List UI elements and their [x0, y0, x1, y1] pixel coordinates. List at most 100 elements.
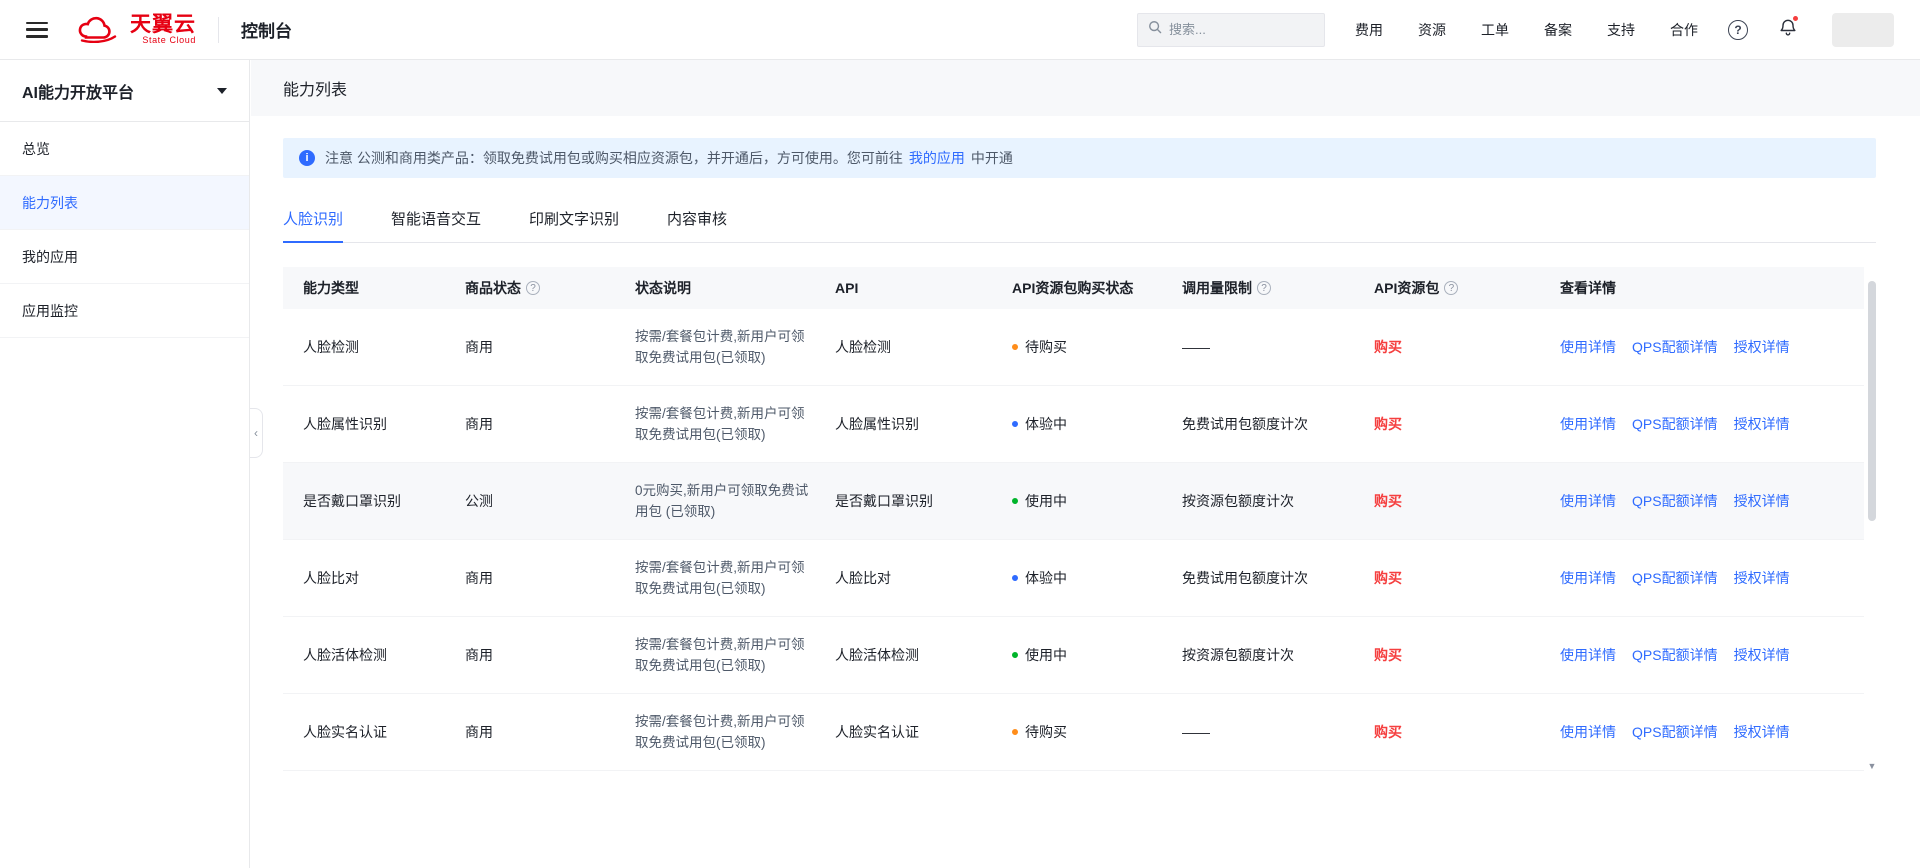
console-link[interactable]: 控制台 [241, 17, 292, 42]
usage-detail-link[interactable]: 使用详情 [1560, 645, 1616, 665]
purchase-status-label: 体验中 [1025, 570, 1067, 586]
hamburger-menu-icon[interactable] [26, 21, 48, 38]
buy-link[interactable]: 购买 [1374, 416, 1402, 432]
qps-quota-link[interactable]: QPS配额详情 [1632, 414, 1718, 434]
buy-link[interactable]: 购买 [1374, 493, 1402, 509]
status-desc: 按需/套餐包计费,新用户可领取免费试用包(已领取) [635, 329, 805, 365]
help-icon[interactable]: ? [526, 281, 540, 295]
nav-item-resources[interactable]: 资源 [1418, 20, 1446, 40]
tab-face-recognition[interactable]: 人脸识别 [283, 208, 344, 243]
help-icon[interactable]: ? [1444, 281, 1459, 295]
auth-detail-link[interactable]: 授权详情 [1734, 722, 1790, 742]
status-desc: 按需/套餐包计费,新用户可领取免费试用包(已领取) [635, 560, 805, 596]
sidebar-product-switcher[interactable]: AI能力开放平台 [0, 60, 249, 122]
col-resource-pack: API资源包? [1362, 278, 1548, 298]
qps-quota-link[interactable]: QPS配额详情 [1632, 568, 1718, 588]
call-limit: 免费试用包额度计次 [1182, 570, 1308, 586]
status-desc: 按需/套餐包计费,新用户可领取免费试用包(已领取) [635, 714, 805, 750]
usage-detail-link[interactable]: 使用详情 [1560, 722, 1616, 742]
resource-pack-cell: 购买 [1362, 397, 1548, 451]
usage-detail-link[interactable]: 使用详情 [1560, 491, 1616, 511]
purchase-status: 使用中 [1000, 474, 1170, 528]
sidebar-item-my-apps[interactable]: 我的应用 [0, 230, 249, 284]
sidebar-item-overview[interactable]: 总览 [0, 122, 249, 176]
sidebar-collapse-handle[interactable]: ‹ [250, 408, 263, 458]
status-dot [1012, 344, 1018, 350]
sidebar-item-app-monitor[interactable]: 应用监控 [0, 284, 249, 338]
qps-quota-link[interactable]: QPS配额详情 [1632, 722, 1718, 742]
status-dot [1012, 575, 1018, 581]
usage-detail-link[interactable]: 使用详情 [1560, 414, 1616, 434]
info-icon: i [299, 150, 315, 166]
usage-detail-link[interactable]: 使用详情 [1560, 568, 1616, 588]
cloud-logo-icon [76, 16, 122, 43]
qps-quota-link[interactable]: QPS配额详情 [1632, 645, 1718, 665]
buy-link[interactable]: 购买 [1374, 647, 1402, 663]
main-content: 能力列表 i 注意 公测和商用类产品：领取免费试用包或购买相应资源包，并开通后，… [251, 60, 1920, 868]
detail-links: 使用详情 QPS配额详情 授权详情 [1548, 628, 1864, 682]
brand-logo[interactable]: 天翼云 State Cloud [76, 13, 196, 45]
scrollbar-down-arrow[interactable]: ▼ [1867, 762, 1877, 771]
auth-detail-link[interactable]: 授权详情 [1734, 645, 1790, 665]
tab-speech-interaction[interactable]: 智能语音交互 [391, 208, 481, 242]
qps-quota-link[interactable]: QPS配额详情 [1632, 337, 1718, 357]
resource-pack-cell: 购买 [1362, 474, 1548, 528]
buy-link[interactable]: 购买 [1374, 724, 1402, 740]
capability-type: 是否戴口罩识别 [303, 493, 401, 509]
api-name: 人脸实名认证 [835, 724, 919, 740]
nav-item-cost[interactable]: 费用 [1355, 20, 1383, 40]
table-row: 是否戴口罩识别 公测 0元购买,新用户可领取免费试用包 (已领取) 是否戴口罩识… [283, 463, 1864, 540]
sidebar-item-capability-list[interactable]: 能力列表 [0, 176, 249, 230]
user-avatar[interactable] [1832, 12, 1894, 47]
notice-my-apps-link[interactable]: 我的应用 [909, 148, 965, 168]
purchase-status-label: 待购买 [1025, 724, 1067, 740]
auth-detail-link[interactable]: 授权详情 [1734, 414, 1790, 434]
col-status-desc: 状态说明 [635, 279, 691, 296]
search-box[interactable] [1137, 12, 1325, 47]
detail-links: 使用详情 QPS配额详情 授权详情 [1548, 397, 1864, 451]
product-status: 公测 [465, 493, 493, 509]
product-status: 商用 [465, 570, 493, 586]
table-row: 人脸实名认证 商用 按需/套餐包计费,新用户可领取免费试用包(已领取) 人脸实名… [283, 694, 1864, 771]
nav-item-tickets[interactable]: 工单 [1481, 20, 1509, 40]
buy-link[interactable]: 购买 [1374, 339, 1402, 355]
capability-type: 人脸实名认证 [303, 724, 387, 740]
topbar-divider [218, 16, 219, 43]
buy-link[interactable]: 购买 [1374, 570, 1402, 586]
auth-detail-link[interactable]: 授权详情 [1734, 568, 1790, 588]
nav-item-cooperation[interactable]: 合作 [1670, 20, 1698, 40]
auth-detail-link[interactable]: 授权详情 [1734, 491, 1790, 511]
notification-badge [1792, 15, 1799, 22]
call-limit: 免费试用包额度计次 [1182, 416, 1308, 432]
detail-links: 使用详情 QPS配额详情 授权详情 [1548, 320, 1864, 374]
col-capability-type: 能力类型 [303, 280, 359, 296]
purchase-status: 待购买 [1000, 320, 1170, 374]
brand-subtitle: State Cloud [142, 34, 196, 45]
help-button[interactable]: ? [1728, 19, 1748, 40]
usage-detail-link[interactable]: 使用详情 [1560, 337, 1616, 357]
nav-item-support[interactable]: 支持 [1607, 20, 1635, 40]
product-status: 商用 [465, 647, 493, 663]
auth-detail-link[interactable]: 授权详情 [1734, 337, 1790, 357]
nav-item-filing[interactable]: 备案 [1544, 20, 1572, 40]
page-title: 能力列表 [283, 82, 348, 99]
notice-text: 注意 公测和商用类产品：领取免费试用包或购买相应资源包，并开通后，方可使用。您可… [325, 150, 903, 166]
notification-button[interactable] [1778, 15, 1799, 42]
product-status: 商用 [465, 339, 493, 355]
search-input[interactable] [1169, 22, 1314, 37]
capability-tabs: 人脸识别 智能语音交互 印刷文字识别 内容审核 [283, 208, 1876, 243]
sidebar-title: AI能力开放平台 [22, 84, 135, 102]
purchase-status: 体验中 [1000, 551, 1170, 605]
tab-ocr[interactable]: 印刷文字识别 [529, 208, 619, 242]
call-limit: —— [1182, 339, 1210, 355]
tab-content-review[interactable]: 内容审核 [667, 208, 727, 242]
table-row: 人脸比对 商用 按需/套餐包计费,新用户可领取免费试用包(已领取) 人脸比对 体… [283, 540, 1864, 617]
table-row: 人脸活体检测 商用 按需/套餐包计费,新用户可领取免费试用包(已领取) 人脸活体… [283, 617, 1864, 694]
capability-type: 人脸属性识别 [303, 416, 387, 432]
status-desc: 按需/套餐包计费,新用户可领取免费试用包(已领取) [635, 406, 805, 442]
scrollbar-thumb[interactable] [1868, 281, 1876, 521]
help-icon[interactable]: ? [1257, 281, 1271, 295]
qps-quota-link[interactable]: QPS配额详情 [1632, 491, 1718, 511]
col-product-status: 商品状态? [453, 278, 623, 298]
topbar: 天翼云 State Cloud 控制台 费用 资源 工单 备案 支持 合作 ? [0, 0, 1920, 60]
